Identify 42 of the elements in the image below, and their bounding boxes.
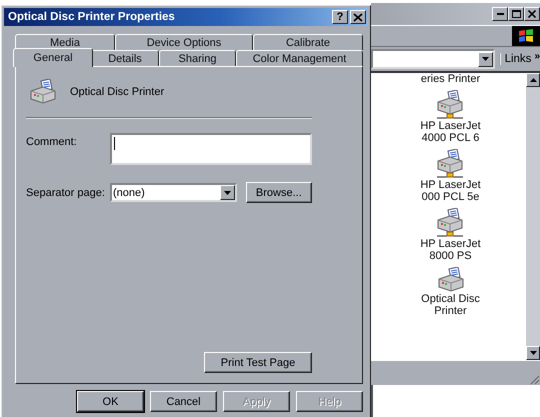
printer-icon [28,79,58,105]
tab[interactable]: General [13,48,93,67]
down-arrow-icon [530,351,536,355]
dialog-button[interactable]: Cancel [150,391,217,412]
minimize-icon [496,13,504,15]
tab[interactable]: Media [15,34,115,50]
windows-logo [512,26,540,46]
dropdown-arrow-icon [482,57,489,61]
separator-page-label: Separator page: [26,186,106,198]
maximize-icon [512,10,520,18]
separator-page-dropdown[interactable]: (none) [110,183,237,202]
printer-label[interactable]: Optical Disc Printer [421,293,480,317]
tab[interactable]: Calibrate [253,34,363,50]
links-button[interactable]: Links [504,53,532,65]
comment-field[interactable] [110,133,312,165]
address-field[interactable] [371,49,495,69]
maximize-button[interactable] [508,7,524,21]
tab[interactable]: Device Options [115,34,253,50]
dropdown-button[interactable] [478,52,493,66]
printer-name: Optical Disc Printer [70,86,164,98]
comment-label: Comment: [26,135,78,148]
printer-label[interactable]: HP LaserJet 8000 PS [420,238,481,262]
print-test-page-button[interactable]: Print Test Page [204,352,312,373]
tab[interactable]: Color Management [236,50,363,66]
tab[interactable]: Details [91,50,159,66]
printer-label[interactable]: HP LaserJet 000 PCL 5e [420,179,481,203]
minimize-button[interactable] [492,7,508,21]
tab[interactable]: Sharing [159,50,236,66]
browse-button[interactable]: Browse... [246,182,312,203]
scrollbar[interactable] [526,73,540,360]
up-arrow-icon [530,78,536,82]
close-icon [528,10,536,18]
dialog-button[interactable]: OK [77,391,144,412]
scroll-up-button[interactable] [526,73,540,87]
chevron-text[interactable]: » [534,50,540,62]
close-button[interactable] [524,7,540,21]
printer-label[interactable]: eries Printer [420,73,480,85]
help-button[interactable]: ? [332,10,348,24]
close-button[interactable] [350,10,366,24]
window-title: Optical Disc Printer Properties [8,11,176,23]
printer-label[interactable]: HP LaserJet 4000 PCL 6 [420,120,481,144]
scroll-down-button[interactable] [526,346,540,360]
